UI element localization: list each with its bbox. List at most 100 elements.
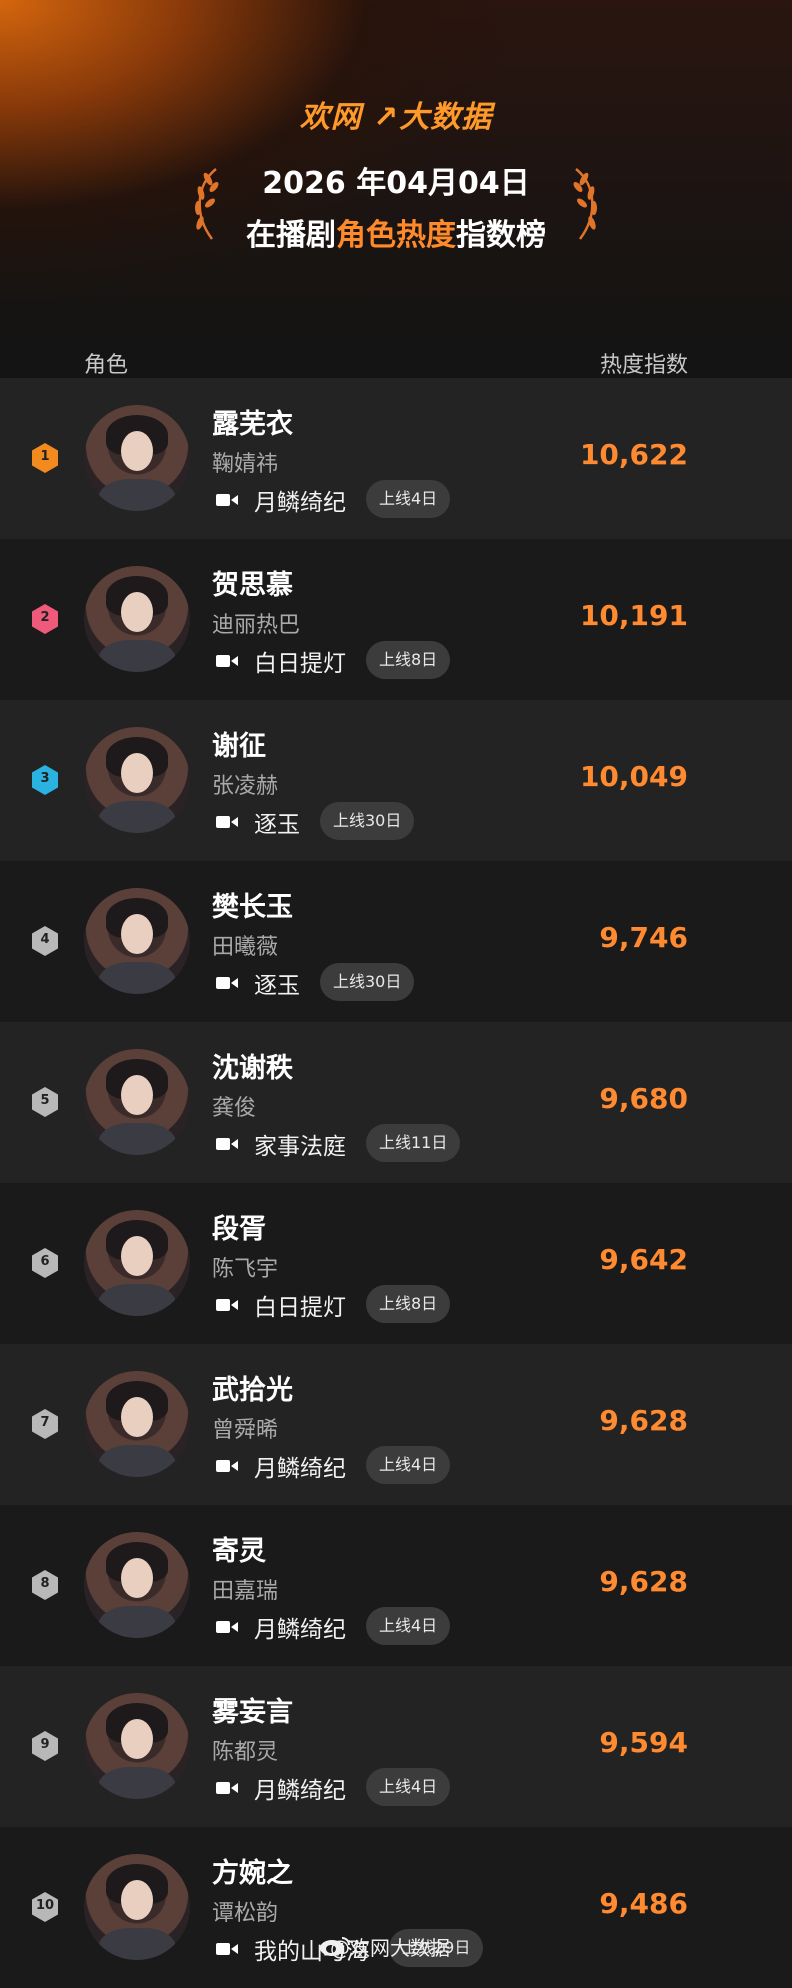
- heat-score: 9,746: [599, 921, 688, 954]
- days-online-badge: 上线30日: [320, 802, 415, 840]
- rank-number: 8: [40, 1576, 50, 1591]
- video-camera-icon: [216, 494, 238, 506]
- days-online-badge: 上线4日: [366, 1768, 451, 1806]
- drama-title: 月鳞绮纪: [254, 1778, 346, 1804]
- avatar: [84, 405, 190, 511]
- rank-number: 5: [40, 1093, 50, 1108]
- days-online-badge: 上线4日: [366, 480, 451, 518]
- list-item[interactable]: 5 沈谢秩龚俊家事法庭 上线11日 9,680: [0, 1022, 792, 1183]
- rank-badge: 6: [30, 1247, 60, 1279]
- avatar: [84, 1210, 190, 1316]
- role-name: 贺思慕: [212, 570, 293, 601]
- column-header-role: 角色: [84, 353, 129, 378]
- role-name: 武拾光: [212, 1375, 293, 1406]
- video-camera-icon: [216, 1782, 238, 1794]
- rank-number: 10: [35, 1898, 55, 1913]
- list-item[interactable]: 10 方婉之 谭松韵 我的山与海 上线29日 9,486: [0, 1827, 792, 1988]
- chart-title: 在播剧角色热度指数榜: [0, 210, 792, 254]
- rank-badge: 7: [30, 1408, 60, 1440]
- role-name: 露芜衣: [212, 409, 293, 440]
- video-camera-icon: [216, 655, 238, 667]
- days-online-badge: 上线8日: [366, 641, 451, 679]
- days-online-badge: 上线4日: [366, 1446, 451, 1484]
- avatar: [84, 1532, 190, 1638]
- avatar: [84, 1854, 190, 1960]
- actor-name: 张凌赫: [212, 774, 279, 799]
- video-camera-icon: [216, 816, 238, 828]
- heat-score: 9,628: [599, 1404, 688, 1437]
- rank-badge: 5: [30, 1086, 60, 1118]
- drama-title: 月鳞绮纪: [254, 1617, 346, 1643]
- list-item[interactable]: 8 寄灵田嘉瑞月鳞绮纪 上线4日 9,628: [0, 1505, 792, 1666]
- rank-number: 9: [40, 1737, 50, 1752]
- role-name: 方婉之: [212, 1858, 293, 1889]
- drama-title: 家事法庭: [254, 1134, 346, 1160]
- video-camera-icon: [216, 1943, 238, 1955]
- title-suffix: 指数榜: [456, 218, 546, 253]
- title-prefix: 在播剧: [246, 218, 336, 253]
- avatar: [84, 888, 190, 994]
- rank-number: 3: [40, 771, 50, 786]
- drama-title: 月鳞绮纪: [254, 1456, 346, 1482]
- actor-name: 龚俊: [212, 1096, 257, 1121]
- drama-title: 白日提灯: [254, 651, 346, 677]
- role-name: 段胥: [212, 1214, 266, 1245]
- list-item[interactable]: 3 谢征张凌赫逐玉 上线30日 10,049: [0, 700, 792, 861]
- heat-score: 9,628: [599, 1565, 688, 1598]
- rank-badge: 4: [30, 925, 60, 957]
- rank-number: 2: [40, 610, 50, 625]
- avatar: [84, 727, 190, 833]
- watermark: @欢网大数据: [330, 1936, 450, 1960]
- rank-badge: 10: [30, 1891, 60, 1923]
- rank-badge: 3: [30, 764, 60, 796]
- list-item[interactable]: 6 段胥陈飞宇白日提灯 上线8日 9,642: [0, 1183, 792, 1344]
- avatar: [84, 1049, 190, 1155]
- actor-name: 陈都灵: [212, 1740, 279, 1765]
- actor-name: 谭松韵: [212, 1901, 279, 1926]
- chart-date: 2026 年04月04日: [262, 166, 530, 201]
- days-online-badge: 上线11日: [366, 1124, 461, 1162]
- list-item[interactable]: 1 露芜衣鞠婧祎月鳞绮纪 上线4日 10,622: [0, 378, 792, 539]
- ranking-list: 1 露芜衣 鞠婧祎 月鳞绮纪 上线4日 10,622 2 贺思慕 迪丽热巴 白日提灯 上线8日 10,…: [0, 378, 792, 1988]
- role-name: 沈谢秩: [212, 1053, 293, 1084]
- rank-number: 1: [40, 449, 50, 464]
- avatar: [84, 566, 190, 672]
- heat-score: 9,486: [599, 1887, 688, 1920]
- days-online-badge: 上线4日: [366, 1607, 451, 1645]
- rank-badge: 8: [30, 1569, 60, 1601]
- video-camera-icon: [216, 1621, 238, 1633]
- rank-number: 4: [40, 932, 50, 947]
- actor-name: 田嘉瑞: [212, 1579, 279, 1604]
- video-camera-icon: [216, 1299, 238, 1311]
- avatar: [84, 1693, 190, 1799]
- title-highlight: 角色热度: [336, 218, 456, 253]
- video-camera-icon: [216, 1138, 238, 1150]
- drama-title: 白日提灯: [254, 1295, 346, 1321]
- heat-score: 10,622: [579, 438, 688, 471]
- heat-score: 10,049: [579, 760, 688, 793]
- actor-name: 田曦薇: [212, 935, 279, 960]
- heat-score: 9,642: [599, 1243, 688, 1276]
- list-item[interactable]: 2 贺思慕 迪丽热巴 白日提灯 上线8日 10,191: [0, 539, 792, 700]
- drama-title: 月鳞绮纪: [254, 490, 346, 516]
- role-name: 谢征: [212, 731, 266, 762]
- days-online-badge: 上线8日: [366, 1285, 451, 1323]
- video-camera-icon: [216, 1460, 238, 1472]
- role-name: 樊长玉: [212, 892, 293, 923]
- heat-score: 9,594: [599, 1726, 688, 1759]
- list-item[interactable]: 9 雾妄言陈都灵月鳞绮纪 上线4日 9,594: [0, 1666, 792, 1827]
- heat-score: 10,191: [579, 599, 688, 632]
- role-name: 寄灵: [212, 1536, 266, 1567]
- drama-title: 逐玉: [254, 812, 300, 838]
- list-item[interactable]: 7 武拾光曾舜晞月鳞绮纪 上线4日 9,628: [0, 1344, 792, 1505]
- brand-logo: 欢网 ↗大数据: [299, 100, 493, 135]
- rank-number: 6: [40, 1254, 50, 1269]
- list-item[interactable]: 4 樊长玉 田曦薇 逐玉 上线30日 9,746: [0, 861, 792, 1022]
- rank-badge: 9: [30, 1730, 60, 1762]
- role-name: 雾妄言: [212, 1697, 293, 1728]
- rank-badge: 2: [30, 603, 60, 635]
- heat-score: 9,680: [599, 1082, 688, 1115]
- actor-name: 曾舜晞: [212, 1418, 279, 1443]
- actor-name: 鞠婧祎: [212, 452, 279, 477]
- actor-name: 陈飞宇: [212, 1257, 279, 1282]
